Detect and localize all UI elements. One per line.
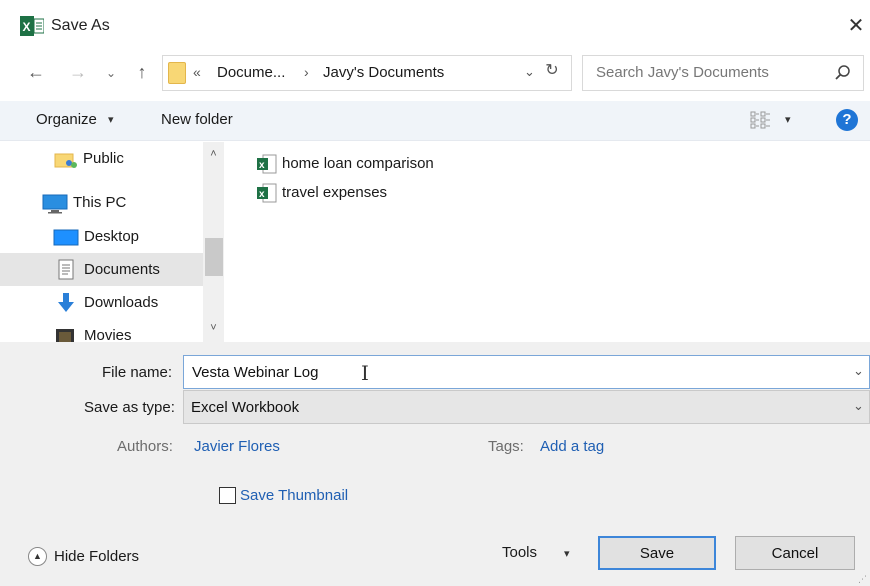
hide-folders-button[interactable]: Hide Folders bbox=[54, 548, 139, 565]
sidebar-item-label: Desktop bbox=[84, 228, 140, 245]
public-folder-icon bbox=[54, 150, 78, 174]
file-name-dropdown-icon[interactable]: ⌄ bbox=[853, 363, 864, 379]
movies-icon bbox=[55, 328, 75, 342]
authors-link[interactable]: Javier Flores bbox=[194, 438, 280, 455]
help-icon[interactable]: ? bbox=[836, 109, 858, 131]
organize-button[interactable]: Organize bbox=[36, 111, 97, 128]
command-bar bbox=[0, 101, 870, 141]
computer-icon bbox=[42, 194, 68, 218]
title-bar bbox=[0, 0, 870, 52]
view-caret-icon[interactable]: ▾ bbox=[785, 113, 791, 126]
forward-button[interactable]: → bbox=[66, 60, 90, 86]
file-name-label: File name: bbox=[102, 364, 173, 381]
save-as-type-label: Save as type: bbox=[84, 399, 175, 416]
window-title: Save As bbox=[51, 17, 110, 34]
save-as-type-dropdown-icon[interactable]: ⌄ bbox=[853, 398, 864, 414]
file-name: home loan comparison bbox=[282, 155, 434, 172]
text-cursor-icon: I bbox=[361, 361, 369, 385]
breadcrumb-javys-documents[interactable]: Javy's Documents bbox=[323, 64, 444, 81]
file-name: travel expenses bbox=[282, 184, 388, 201]
address-dropdown-icon[interactable]: ⌄ bbox=[524, 64, 535, 80]
collapse-up-icon[interactable]: ▲ bbox=[28, 547, 47, 566]
sidebar-item-public[interactable]: Public bbox=[0, 142, 203, 175]
sidebar-item-this-pc[interactable]: This PC bbox=[0, 186, 203, 219]
tools-button[interactable]: Tools bbox=[502, 544, 537, 561]
sidebar-item-label: This PC bbox=[73, 194, 127, 211]
scroll-thumb[interactable] bbox=[205, 238, 223, 276]
cancel-button[interactable]: Cancel bbox=[735, 536, 855, 570]
overflow-chevron-icon[interactable]: « bbox=[193, 64, 201, 80]
file-name-field[interactable] bbox=[183, 355, 870, 389]
list-item[interactable]: x home loan comparison bbox=[256, 152, 476, 176]
tools-caret-icon[interactable]: ▾ bbox=[564, 547, 570, 560]
sidebar-item-downloads[interactable]: Downloads bbox=[0, 286, 203, 319]
sidebar-item-desktop[interactable]: Desktop bbox=[0, 220, 203, 253]
breadcrumb-documents[interactable]: Docume... bbox=[217, 64, 285, 81]
save-as-type-value: Excel Workbook bbox=[191, 399, 300, 416]
save-thumbnail-checkbox[interactable] bbox=[219, 487, 236, 504]
list-item[interactable]: x travel expenses bbox=[256, 181, 416, 205]
sidebar-item-label: Downloads bbox=[84, 294, 159, 311]
save-thumbnail-label[interactable]: Save Thumbnail bbox=[240, 487, 348, 504]
desktop-icon bbox=[53, 228, 79, 252]
sidebar-item-label: Documents bbox=[84, 261, 160, 278]
downloads-icon bbox=[55, 292, 77, 318]
excel-file-icon: x bbox=[256, 183, 278, 203]
back-button[interactable]: ← bbox=[24, 60, 48, 86]
sidebar-item-label: Movies bbox=[84, 327, 132, 342]
authors-label: Authors: bbox=[117, 438, 173, 455]
excel-icon: X bbox=[20, 16, 45, 36]
organize-caret-icon[interactable]: ▾ bbox=[108, 113, 114, 126]
save-button[interactable]: Save bbox=[598, 536, 716, 570]
search-icon[interactable] bbox=[832, 62, 854, 84]
excel-file-icon: x bbox=[256, 154, 278, 174]
up-button[interactable]: ↑ bbox=[130, 60, 154, 86]
svg-text:x: x bbox=[259, 160, 265, 171]
breadcrumb-separator-icon[interactable]: › bbox=[304, 64, 309, 80]
search-placeholder: Search Javy's Documents bbox=[596, 64, 769, 81]
sidebar-item-movies[interactable]: Movies bbox=[0, 319, 203, 342]
scroll-up-icon[interactable]: ˄ bbox=[203, 148, 224, 160]
sidebar-item-label: Public bbox=[83, 150, 124, 167]
close-button[interactable]: ✕ bbox=[842, 12, 870, 42]
sidebar-item-documents[interactable]: Documents bbox=[0, 253, 203, 286]
documents-icon bbox=[56, 259, 76, 285]
svg-text:x: x bbox=[259, 189, 265, 200]
change-view-icon[interactable] bbox=[750, 110, 772, 130]
refresh-button[interactable]: ↻ bbox=[542, 60, 562, 80]
scroll-down-icon[interactable]: ˅ bbox=[203, 322, 224, 334]
add-tag-link[interactable]: Add a tag bbox=[540, 438, 604, 455]
new-folder-button[interactable]: New folder bbox=[161, 111, 233, 128]
folder-icon bbox=[168, 62, 186, 84]
resize-grip-icon[interactable]: ⋰ bbox=[858, 574, 867, 585]
recent-locations-button[interactable]: ⌄ bbox=[103, 61, 119, 85]
tags-label: Tags: bbox=[488, 438, 524, 455]
svg-text:X: X bbox=[23, 20, 31, 34]
